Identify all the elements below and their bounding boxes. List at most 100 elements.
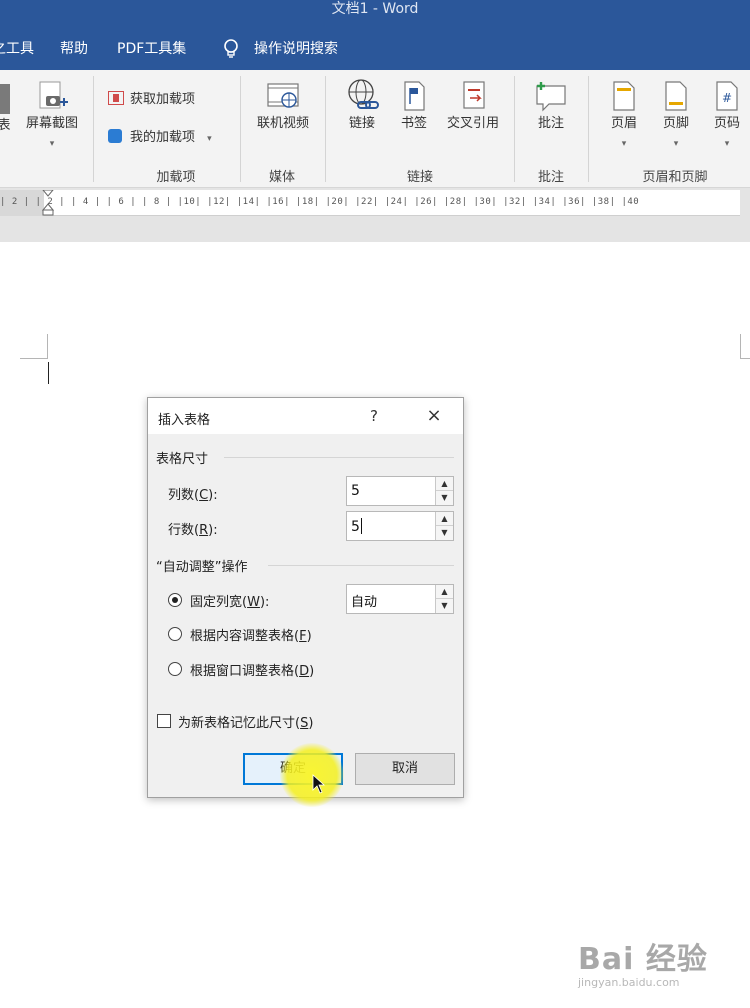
columns-spinner[interactable]: 5 ▲ ▼	[346, 476, 454, 506]
footer-button[interactable]: 页脚 ▾	[654, 80, 698, 152]
online-video-button[interactable]: 联机视频	[251, 80, 315, 132]
table-button[interactable]: 表	[0, 84, 14, 134]
autofit-section-label: “自动调整”操作	[156, 560, 248, 575]
watermark-logo-text: Bai 经验	[578, 942, 708, 977]
store-icon	[108, 91, 124, 105]
remember-size-checkbox[interactable]	[157, 714, 171, 728]
watermark: Bai 经验 jingyan.baidu.com	[578, 928, 738, 998]
cancel-button[interactable]: 取消	[355, 753, 455, 785]
bookmark-icon	[404, 81, 425, 111]
menu-item-tools[interactable]: 之工具	[0, 40, 34, 58]
comment-button[interactable]: 批注	[526, 80, 576, 132]
link-button[interactable]: 链接	[340, 78, 384, 132]
footer-button-label: 页脚	[662, 116, 689, 131]
text-cursor	[48, 362, 49, 384]
cross-reference-button[interactable]: 交叉引用	[440, 80, 506, 132]
globe-link-icon	[348, 79, 379, 109]
rows-spinner-arrows[interactable]: ▲ ▼	[435, 512, 453, 540]
indent-marker-icon[interactable]	[42, 190, 54, 216]
chevron-down-icon: ▾	[673, 139, 679, 149]
columns-spinner-arrows[interactable]: ▲ ▼	[435, 477, 453, 505]
close-button[interactable]: ×	[422, 407, 446, 427]
fixed-width-value[interactable]: 自动	[351, 591, 377, 610]
page-number-label: 页码	[713, 116, 740, 131]
crop-mark	[740, 358, 750, 359]
fixed-width-spinner-arrows[interactable]: ▲ ▼	[435, 585, 453, 613]
cross-reference-icon	[463, 81, 485, 109]
my-addins-label: 我的加载项	[130, 130, 196, 145]
bookmark-button-label: 书签	[400, 116, 427, 131]
screenshot-button-label: 屏幕截图	[25, 116, 78, 131]
screenshot-button[interactable]: 屏幕截图 ▾	[20, 80, 84, 152]
dialog-title-bar: 插入表格 ? ×	[148, 398, 463, 434]
video-icon	[267, 83, 299, 108]
arrow-down-icon[interactable]: ▼	[436, 599, 453, 613]
footer-icon	[665, 81, 687, 111]
link-button-label: 链接	[348, 116, 375, 131]
arrow-up-icon[interactable]: ▲	[436, 477, 453, 491]
arrow-up-icon[interactable]: ▲	[436, 512, 453, 526]
fixed-width-radio[interactable]	[168, 593, 182, 607]
fixed-width-label: 固定列宽(W):	[190, 595, 270, 610]
addin-icon	[108, 129, 122, 143]
rows-label: 行数(R):	[168, 523, 218, 538]
fixed-width-spinner[interactable]: 自动 ▲ ▼	[346, 584, 454, 614]
rows-value[interactable]: 5	[351, 518, 362, 535]
get-addins-label: 获取加载项	[130, 92, 196, 107]
chevron-down-icon: ▾	[724, 139, 730, 149]
autofit-content-label: 根据内容调整表格(F)	[190, 629, 312, 644]
ribbon-separator	[514, 76, 515, 182]
get-addins-button[interactable]: 获取加载项	[108, 88, 195, 107]
ribbon-separator	[588, 76, 589, 182]
table-icon	[0, 84, 10, 114]
watermark-url: jingyan.baidu.com	[578, 976, 680, 989]
horizontal-ruler[interactable]: | 2 | | 2 | | 4 | | 6 | | 8 | |10| |12| …	[0, 190, 740, 216]
bookmark-button[interactable]: 书签	[394, 80, 434, 132]
insert-table-dialog: 插入表格 ? × 表格尺寸 列数(C): 5 ▲ ▼ 行数(R): 5 ▲ ▼ …	[147, 397, 464, 798]
ribbon-separator	[325, 76, 326, 182]
header-icon	[613, 81, 635, 111]
ruler-area: | 2 | | 2 | | 4 | | 6 | | 8 | |10| |12| …	[0, 188, 750, 242]
header-button-label: 页眉	[610, 116, 637, 131]
columns-value[interactable]: 5	[351, 483, 360, 499]
help-button[interactable]: ?	[370, 407, 378, 425]
header-button[interactable]: 页眉 ▾	[602, 80, 646, 152]
autofit-window-label: 根据窗口调整表格(D)	[190, 664, 315, 679]
lightbulb-icon	[224, 39, 238, 58]
comment-icon	[536, 82, 566, 112]
page-number-button[interactable]: # 页码 ▾	[706, 80, 748, 152]
tell-me-search[interactable]: 操作说明搜索	[254, 40, 338, 58]
svg-text:#: #	[722, 91, 732, 105]
my-addins-button[interactable]: 我的加载项 ▾	[108, 126, 212, 145]
group-label-header-footer: 页眉和页脚	[642, 170, 708, 185]
ribbon: 表 屏幕截图 ▾ 获取加载项 我的加载项 ▾ 加载项 联机视频 媒体 链接 书签…	[0, 70, 750, 188]
crop-mark	[740, 334, 741, 358]
menu-item-help[interactable]: 帮助	[60, 40, 88, 58]
group-label-links: 链接	[406, 170, 433, 185]
ribbon-separator	[93, 76, 94, 182]
group-label-addins: 加载项	[156, 170, 196, 185]
camera-icon	[39, 81, 68, 109]
autofit-content-radio[interactable]	[168, 627, 182, 641]
crop-mark	[20, 358, 48, 359]
group-label-media: 媒体	[268, 170, 295, 185]
crop-mark	[47, 334, 48, 358]
arrow-down-icon[interactable]: ▼	[436, 526, 453, 540]
menu-bar: 之工具 帮助 PDF工具集 操作说明搜索	[0, 28, 750, 70]
ruler-ticks: | 2 | | 2 | | 4 | | 6 | | 8 | |10| |12| …	[0, 197, 640, 207]
table-button-label: 表	[0, 118, 11, 133]
menu-item-pdf-tools[interactable]: PDF工具集	[117, 40, 186, 58]
mouse-pointer-icon	[312, 774, 326, 794]
rows-spinner[interactable]: 5 ▲ ▼	[346, 511, 454, 541]
cross-reference-label: 交叉引用	[446, 116, 499, 131]
autofit-window-radio[interactable]	[168, 662, 182, 676]
chevron-down-icon: ▾	[621, 139, 627, 149]
table-size-section-label: 表格尺寸	[156, 452, 209, 467]
arrow-up-icon[interactable]: ▲	[436, 585, 453, 599]
chevron-down-icon: ▾	[49, 139, 55, 149]
remember-size-label: 为新表格记忆此尺寸(S)	[178, 716, 314, 731]
group-label-comments: 批注	[537, 170, 564, 185]
arrow-down-icon[interactable]: ▼	[436, 491, 453, 505]
section-divider	[224, 457, 454, 458]
columns-label: 列数(C):	[168, 488, 218, 503]
